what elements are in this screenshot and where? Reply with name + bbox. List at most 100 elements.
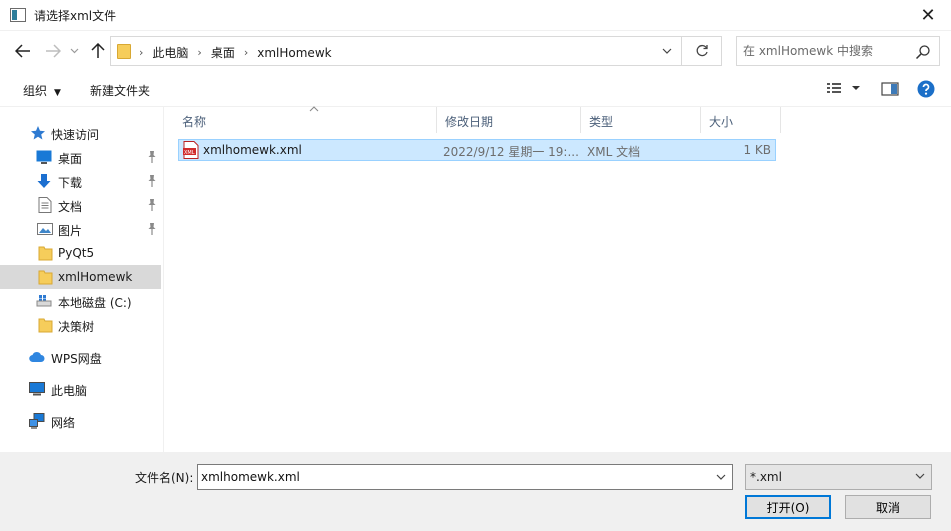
organize-label: 组织	[23, 84, 48, 98]
preview-pane-icon	[881, 82, 899, 96]
view-options-button[interactable]	[826, 81, 862, 98]
refresh-button[interactable]	[681, 37, 721, 65]
organize-button[interactable]: 组织 ▼	[23, 82, 61, 99]
star-icon	[31, 126, 45, 140]
breadcrumb-xmlhomewk[interactable]: xmlHomewk	[257, 46, 331, 60]
back-button[interactable]	[12, 41, 34, 61]
navigation-pane-divider	[163, 107, 164, 452]
command-bar: 组织 ▼ 新建文件夹	[0, 71, 951, 107]
folder-icon	[38, 270, 53, 285]
sidebar-item-label: 下载	[58, 176, 83, 190]
arrow-left-icon	[15, 44, 30, 58]
column-header-label: 大小	[709, 115, 734, 129]
sidebar-item-downloads[interactable]: 下载	[0, 169, 161, 193]
sidebar-item-label: 网络	[51, 416, 76, 430]
arrow-right-icon	[46, 44, 61, 58]
sidebar-item-network[interactable]: 网络	[0, 409, 161, 433]
refresh-icon	[696, 44, 708, 57]
open-button[interactable]: 打开(O)	[745, 495, 831, 519]
help-icon	[917, 80, 935, 98]
xml-file-icon: XML	[183, 141, 199, 159]
document-icon	[38, 197, 52, 213]
window-title: 请选择xml文件	[34, 9, 117, 23]
column-header-modified[interactable]: 修改日期	[437, 107, 581, 133]
arrow-up-icon	[91, 43, 105, 58]
pin-icon	[148, 175, 156, 187]
file-modified: 2022/9/12 星期一 19:...	[443, 145, 579, 159]
search-input[interactable]	[743, 43, 911, 59]
close-icon: ✕	[920, 5, 936, 26]
title-bar: 请选择xml文件 ✕	[0, 0, 951, 31]
sidebar-item-label: xmlHomewk	[58, 270, 133, 284]
pin-icon	[148, 151, 156, 163]
up-button[interactable]	[87, 41, 109, 61]
file-size: 1 KB	[743, 143, 771, 157]
file-name: xmlhomewk.xml	[203, 143, 302, 157]
breadcrumb-separator: ›	[197, 46, 202, 59]
sidebar-item-label: PyQt5	[58, 246, 95, 260]
file-type-filter-select[interactable]: *.xml	[745, 464, 932, 490]
breadcrumb-desktop[interactable]: 桌面	[211, 44, 235, 61]
file-row-selected[interactable]: XML xmlhomewk.xml 2022/9/12 星期一 19:... X…	[178, 139, 776, 161]
filename-combobox[interactable]	[197, 464, 733, 490]
sidebar-item-label: 快速访问	[51, 128, 100, 142]
pin-icon	[148, 223, 156, 235]
cancel-button[interactable]: 取消	[845, 495, 931, 519]
file-type: XML 文档	[587, 145, 641, 159]
search-box[interactable]	[736, 36, 940, 66]
column-header-label: 修改日期	[445, 115, 494, 129]
column-header-label: 名称	[182, 115, 207, 129]
breadcrumb-this-pc[interactable]: 此电脑	[152, 44, 188, 61]
folder-icon	[38, 318, 53, 333]
chevron-down-icon	[70, 48, 78, 54]
picture-icon	[37, 223, 53, 235]
filename-dropdown-button[interactable]	[710, 465, 732, 489]
computer-icon	[29, 382, 45, 396]
sidebar-item-desktop[interactable]: 桌面	[0, 145, 161, 169]
sidebar-item-decision-tree[interactable]: 决策树	[0, 313, 161, 337]
preview-pane-button[interactable]	[881, 82, 899, 99]
sidebar-item-quick-access[interactable]: 快速访问	[0, 121, 161, 145]
sidebar-item-label: 图片	[58, 224, 83, 238]
sidebar-item-wps-cloud[interactable]: WPS网盘	[0, 345, 161, 369]
breadcrumb: › 此电脑 › 桌面 › xmlHomewk	[139, 44, 332, 61]
new-folder-button[interactable]: 新建文件夹	[90, 82, 150, 99]
forward-button[interactable]	[42, 41, 64, 61]
file-list[interactable]: 名称 修改日期 类型 大小 XML xmlhomewk.xml 2022/9/1…	[166, 106, 951, 452]
sidebar-item-label: 本地磁盘 (C:)	[58, 296, 132, 310]
details-view-icon	[827, 83, 860, 93]
close-button[interactable]: ✕	[905, 0, 951, 31]
sidebar-item-label: 桌面	[58, 152, 83, 166]
sidebar-item-label: 决策树	[58, 320, 95, 334]
app-icon	[10, 8, 26, 22]
sidebar-item-pictures[interactable]: 图片	[0, 217, 161, 241]
cloud-icon	[29, 351, 45, 363]
svg-text:XML: XML	[184, 150, 195, 156]
sidebar-item-xmlhomewk[interactable]: xmlHomewk	[0, 265, 161, 289]
column-header-type[interactable]: 类型	[581, 107, 701, 133]
recent-locations-button[interactable]	[66, 41, 82, 61]
folder-icon	[38, 246, 53, 261]
address-row: › 此电脑 › 桌面 › xmlHomewk	[0, 31, 951, 71]
caret-down-icon: ▼	[54, 88, 61, 98]
breadcrumb-separator: ›	[243, 46, 249, 59]
drive-icon	[36, 295, 52, 307]
filename-input[interactable]	[201, 469, 701, 485]
column-header-name[interactable]: 名称	[174, 106, 437, 133]
help-button[interactable]	[917, 80, 935, 101]
desktop-icon	[36, 150, 52, 164]
chevron-down-icon	[662, 48, 672, 54]
sidebar-item-documents[interactable]: 文档	[0, 193, 161, 217]
sidebar-item-local-disk-c[interactable]: 本地磁盘 (C:)	[0, 289, 161, 313]
sidebar-item-pyqt5[interactable]: PyQt5	[0, 241, 161, 265]
chevron-down-icon	[716, 474, 726, 480]
column-header-size[interactable]: 大小	[701, 107, 781, 133]
sidebar-item-label: 此电脑	[51, 384, 88, 398]
file-type-filter-value: *.xml	[750, 470, 782, 484]
sidebar-item-label: 文档	[58, 200, 83, 214]
chevron-down-icon	[915, 471, 925, 482]
address-bar[interactable]: › 此电脑 › 桌面 › xmlHomewk	[110, 36, 722, 66]
sidebar-item-this-pc[interactable]: 此电脑	[0, 377, 161, 401]
pin-icon	[148, 199, 156, 211]
address-dropdown-button[interactable]	[659, 43, 675, 59]
